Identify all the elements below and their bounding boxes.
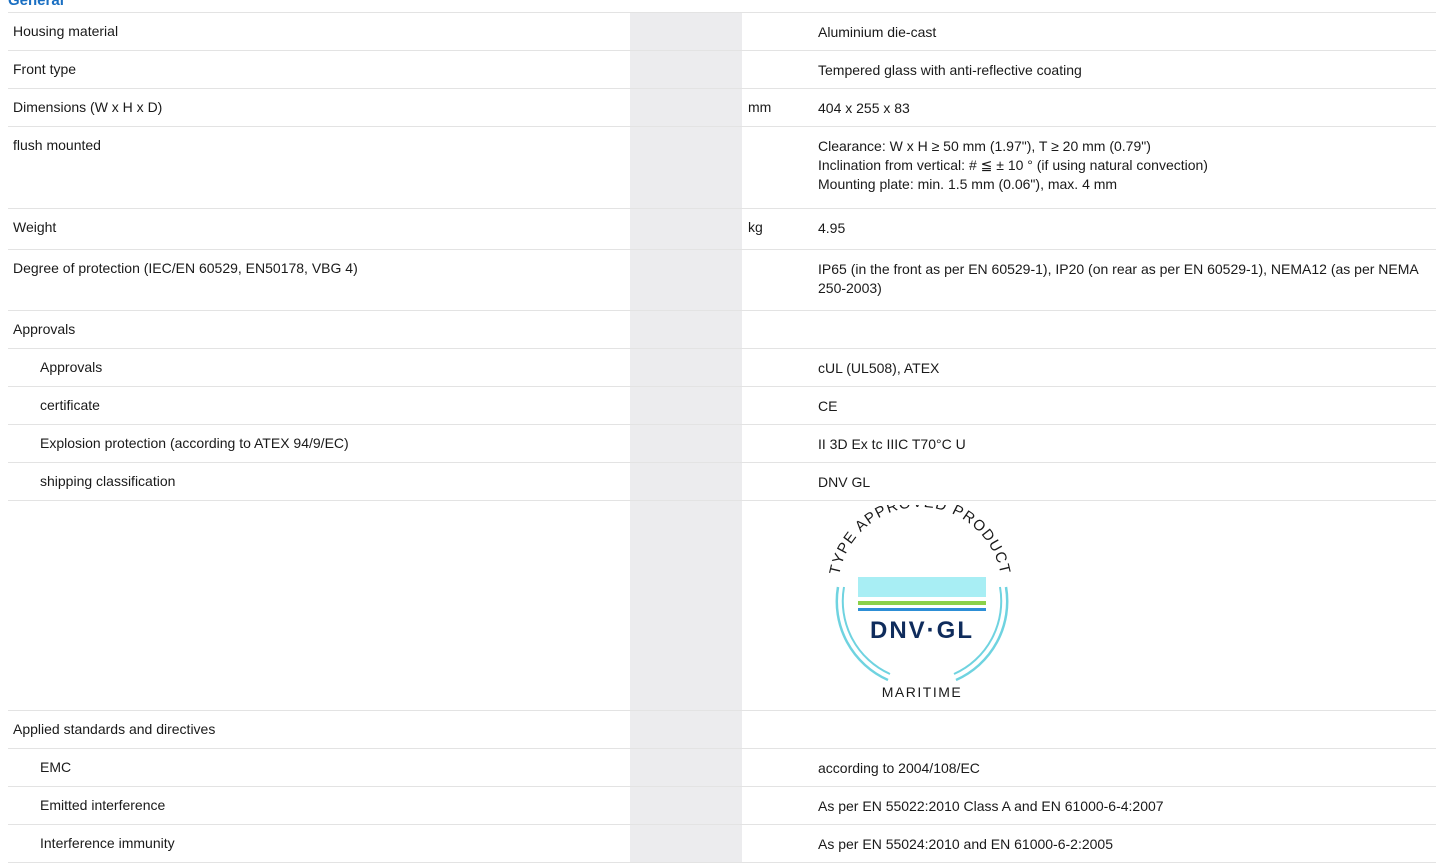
spacer-cell: [630, 825, 742, 862]
table-row: Housing material Aluminium die-cast: [8, 12, 1436, 51]
row-label: shipping classification: [40, 473, 176, 489]
logo-cell: TYPE APPROVED PRODUCT DNV·GL MARITIME: [818, 501, 1436, 710]
spacer-cell: [630, 250, 742, 310]
table-row: Front type Tempered glass with anti-refl…: [8, 51, 1436, 89]
row-label: Interference immunity: [40, 835, 175, 851]
row-unit: [742, 250, 818, 310]
spacer-cell: [630, 463, 742, 500]
row-label: Applied standards and directives: [13, 721, 216, 737]
row-unit: mm: [748, 99, 772, 115]
spacer-cell: [630, 387, 742, 424]
spacer-cell: [630, 127, 742, 208]
row-label: Explosion protection (according to ATEX …: [40, 435, 349, 451]
table-row: shipping classification DNV GL: [8, 463, 1436, 501]
spacer-cell: [630, 425, 742, 462]
row-value: CE: [818, 398, 838, 414]
table-row: Emitted interference As per EN 55022:201…: [8, 787, 1436, 825]
row-label: Approvals: [40, 359, 103, 375]
spacer-cell: [630, 89, 742, 126]
table-row: Weight kg 4.95: [8, 209, 1436, 250]
row-unit: [742, 749, 818, 786]
logo-bottom-text: MARITIME: [882, 684, 962, 700]
row-unit: [742, 787, 818, 824]
table-row: flush mounted Clearance: W x H ≥ 50 mm (…: [8, 127, 1436, 209]
spacer-cell: [630, 787, 742, 824]
row-unit: [742, 825, 818, 862]
row-value: DNV GL: [818, 474, 871, 490]
row-unit: [742, 51, 818, 88]
spacer-cell: [630, 749, 742, 786]
table-row: certificate CE: [8, 387, 1436, 425]
table-row: EMC according to 2004/108/EC: [8, 749, 1436, 787]
row-label: EMC: [40, 759, 72, 775]
row-unit: [742, 13, 818, 50]
row-label: Front type: [13, 61, 77, 77]
row-value: II 3D Ex tc IIIC T70°C U: [818, 436, 966, 452]
row-unit: [742, 127, 818, 208]
spacer-cell: [630, 711, 742, 748]
row-label: flush mounted: [13, 137, 101, 153]
row-value: Tempered glass with anti-reflective coat…: [818, 62, 1082, 78]
row-value: Clearance: W x H ≥ 50 mm (1.97"), T ≥ 20…: [818, 138, 1208, 192]
table-row: Degree of protection (IEC/EN 60529, EN50…: [8, 250, 1436, 311]
table-row-logo: TYPE APPROVED PRODUCT DNV·GL MARITIME: [8, 501, 1436, 711]
table-row-group-header: Approvals: [8, 311, 1436, 349]
spacer-cell: [630, 13, 742, 50]
row-label: [8, 501, 630, 710]
row-unit: [742, 387, 818, 424]
row-value: according to 2004/108/EC: [818, 760, 980, 776]
logo-arc-text: TYPE APPROVED PRODUCT: [826, 505, 1013, 576]
table-row-group-header: Applied standards and directives: [8, 711, 1436, 749]
section-title: General: [8, 0, 64, 9]
row-label: Degree of protection (IEC/EN 60529, EN50…: [13, 260, 358, 276]
row-unit: [742, 311, 818, 348]
row-unit: [742, 425, 818, 462]
row-value: 404 x 255 x 83: [818, 100, 910, 116]
row-label: Weight: [13, 219, 57, 235]
row-value: cUL (UL508), ATEX: [818, 360, 940, 376]
table-row: Interference immunity As per EN 55024:20…: [8, 825, 1436, 863]
row-unit: [742, 711, 818, 748]
row-value: As per EN 55022:2010 Class A and EN 6100…: [818, 798, 1164, 814]
row-label: Housing material: [13, 23, 119, 39]
row-label: Approvals: [13, 321, 76, 337]
row-value: 4.95: [818, 220, 846, 236]
row-unit: [742, 501, 818, 710]
row-value: [818, 711, 1436, 748]
logo-brand: DNV·GL: [870, 617, 974, 644]
logo-band-top: [858, 577, 986, 597]
row-value: [818, 311, 1436, 348]
spacer-cell: [630, 501, 742, 710]
dnv-gl-logo: TYPE APPROVED PRODUCT DNV·GL MARITIME: [826, 505, 1013, 700]
row-unit: [742, 349, 818, 386]
logo-band-green: [858, 601, 986, 605]
table-row: Dimensions (W x H x D) mm 404 x 255 x 83: [8, 89, 1436, 127]
spacer-cell: [630, 311, 742, 348]
spacer-cell: [630, 209, 742, 249]
row-label: certificate: [40, 397, 100, 413]
logo-band-blue: [858, 608, 986, 611]
row-label: Dimensions (W x H x D): [13, 99, 163, 115]
spacer-cell: [630, 51, 742, 88]
row-value: Aluminium die-cast: [818, 24, 937, 40]
row-unit: kg: [748, 219, 763, 235]
row-unit: [742, 463, 818, 500]
row-value: As per EN 55024:2010 and EN 61000-6-2:20…: [818, 836, 1113, 852]
table-row: Explosion protection (according to ATEX …: [8, 425, 1436, 463]
row-value: IP65 (in the front as per EN 60529-1), I…: [818, 261, 1418, 296]
table-row: Approvals cUL (UL508), ATEX: [8, 349, 1436, 387]
spec-table: Housing material Aluminium die-cast Fron…: [8, 12, 1436, 863]
spacer-cell: [630, 349, 742, 386]
row-label: Emitted interference: [40, 797, 166, 813]
